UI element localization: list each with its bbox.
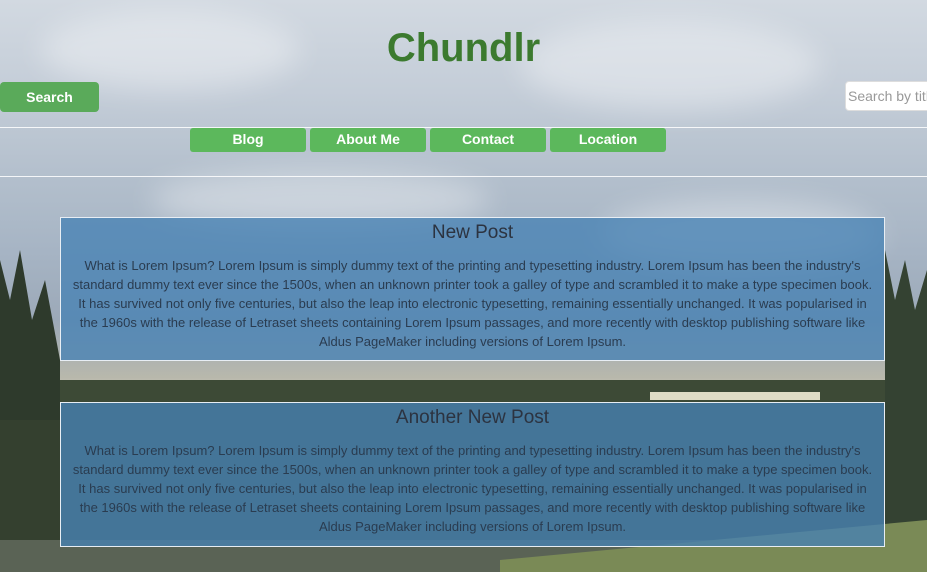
- search-button[interactable]: Search: [0, 82, 99, 112]
- post-title: Another New Post: [395, 407, 550, 428]
- post-body: What is Lorem Ipsum? Lorem Ipsum is simp…: [72, 258, 873, 349]
- nav-item-location[interactable]: Location: [550, 128, 666, 152]
- post-card: New Post What is Lorem Ipsum? Lorem Ipsu…: [60, 217, 885, 361]
- post-body: What is Lorem Ipsum? Lorem Ipsum is simp…: [72, 443, 873, 534]
- search-input[interactable]: Search by title: [845, 81, 927, 111]
- post-card: Another New Post What is Lorem Ipsum? Lo…: [60, 402, 885, 547]
- nav-item-blog[interactable]: Blog: [190, 128, 306, 152]
- main-nav: Blog About Me Contact Location: [190, 128, 666, 152]
- nav-item-contact[interactable]: Contact: [430, 128, 546, 152]
- site-title: Chundlr: [386, 26, 541, 70]
- nav-item-about-me[interactable]: About Me: [310, 128, 426, 152]
- post-title: New Post: [431, 222, 514, 243]
- header-divider-bottom: [0, 176, 927, 177]
